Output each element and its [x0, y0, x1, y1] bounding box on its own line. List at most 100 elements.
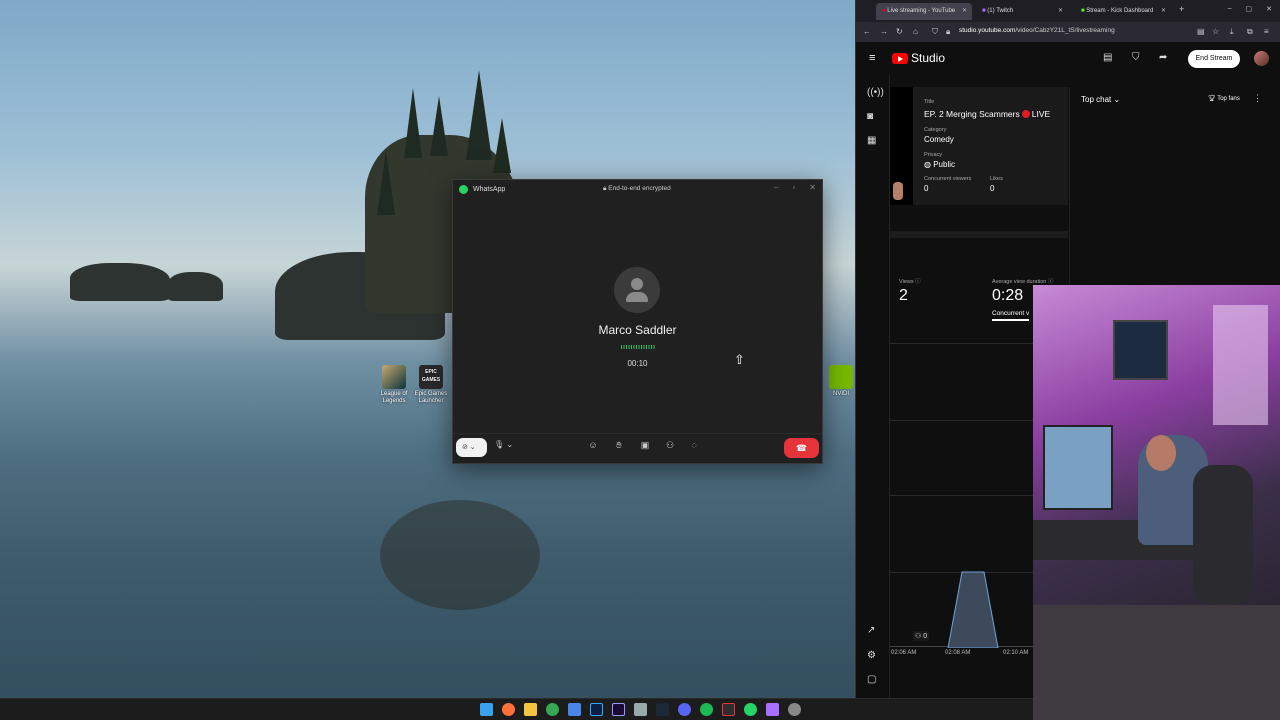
calendar-icon[interactable]: ▦: [867, 135, 876, 146]
add-participant-button[interactable]: ⚇: [663, 440, 677, 451]
tab-strip: ● Live streaming - YouTube ✕ ■ (1) Twitch…: [856, 0, 1280, 22]
bookmark-star-icon[interactable]: ☆: [1212, 27, 1219, 36]
chrome-icon[interactable]: [546, 703, 559, 716]
premiere-icon[interactable]: [612, 703, 625, 716]
nvidia-shortcut[interactable]: NVIDI: [826, 365, 855, 398]
photoshop-icon[interactable]: [590, 703, 603, 716]
league-of-legends-icon: [382, 365, 406, 389]
discord-icon[interactable]: [678, 703, 691, 716]
studio-logo-text: Studio: [911, 51, 946, 65]
category-label: Category: [924, 127, 947, 133]
app-icon[interactable]: [766, 703, 779, 716]
start-button-icon[interactable]: [480, 703, 493, 716]
chat-button[interactable]: ◌: [687, 440, 701, 450]
tab-twitch[interactable]: ■ (1) Twitch ✕: [976, 3, 1068, 20]
home-button[interactable]: ⌂: [913, 27, 918, 36]
share-icon[interactable]: ➦: [1159, 52, 1167, 63]
navigation-bar: ← → ↻ ⌂ ⛉ 🔒︎ studio.youtube.com/video/Ca…: [856, 22, 1280, 42]
app-title: WhatsApp: [473, 185, 506, 193]
tree: [404, 88, 422, 158]
minimize-button[interactable]: –: [774, 183, 778, 192]
emoji-icon: ☺: [588, 440, 598, 450]
camera-toggle-button[interactable]: ⊘ ⌄: [456, 438, 487, 457]
reload-button[interactable]: ↻: [896, 27, 903, 36]
views-label: Views ⓘ: [899, 279, 921, 285]
globe-icon: ◍: [924, 160, 934, 169]
tab-concurrent-viewers[interactable]: Concurrent v: [992, 310, 1030, 321]
reader-view-icon[interactable]: ▤: [1197, 27, 1205, 36]
stream-thumbnail: [890, 87, 913, 205]
camera-icon[interactable]: ◙: [867, 111, 873, 122]
privacy-label: Privacy: [924, 152, 943, 158]
taskbar: [0, 698, 1033, 720]
sea-stack-rock: [168, 272, 223, 301]
tab-youtube-live[interactable]: ● Live streaming - YouTube ✕: [876, 3, 972, 20]
download-icon[interactable]: ⤓: [1230, 27, 1234, 37]
spotify-icon[interactable]: [700, 703, 713, 716]
call-controls: ⊘ ⌄ 🎙︎ ⌄ ☺ ✋︎ ▣ ⚇ ◌ ☎︎: [453, 433, 822, 463]
emoji-reaction-button[interactable]: ☺: [586, 440, 600, 450]
youtube-logo-icon[interactable]: [892, 53, 908, 64]
firefox-icon[interactable]: [502, 703, 515, 716]
screen-share-icon: ▣: [640, 440, 650, 450]
chair: [1193, 465, 1253, 605]
live-broadcast-icon[interactable]: ((•)): [867, 87, 884, 98]
stream-settings-icon[interactable]: ▤: [1103, 52, 1112, 63]
settings-icon[interactable]: [788, 703, 801, 716]
info-icon: ⓘ: [913, 279, 921, 285]
person-head: [1146, 435, 1176, 471]
nvidia-icon: [829, 365, 853, 389]
epic-games-shortcut[interactable]: EPIC GAMES Epic Games Launcher: [413, 365, 449, 405]
close-tab-icon[interactable]: ✕: [962, 7, 967, 14]
notes-icon[interactable]: [568, 703, 581, 716]
viewer-area-series: [947, 571, 999, 648]
x-tick: 02:06 AM: [891, 650, 917, 656]
maximize-button[interactable]: ▫: [792, 183, 795, 192]
tree: [493, 118, 511, 173]
extensions-icon[interactable]: ⧉: [1247, 27, 1253, 37]
profile-avatar[interactable]: [1254, 51, 1269, 66]
encryption-notice: 🔒︎ End-to-end encrypted: [603, 185, 671, 192]
mouse-cursor-icon: ⇧: [734, 352, 745, 367]
chat-mode-dropdown[interactable]: Top chat ⌄: [1081, 95, 1120, 104]
url-bar[interactable]: studio.youtube.com/video/CabzY21L_tS/liv…: [959, 27, 1115, 34]
microphone-toggle-button[interactable]: 🎙︎ ⌄: [494, 440, 513, 449]
back-button[interactable]: ←: [863, 27, 871, 36]
obs-icon[interactable]: [722, 703, 735, 716]
settings-gear-icon[interactable]: ⚙: [867, 650, 876, 661]
window-maximize-button[interactable]: ▢: [1246, 5, 1253, 13]
league-of-legends-shortcut[interactable]: League of Legends: [376, 365, 412, 405]
window-close-button[interactable]: ✕: [1266, 5, 1272, 13]
tab-kick[interactable]: ■ Stream - Kick Dashboard ✕: [1075, 3, 1171, 20]
menu-icon[interactable]: ≡: [1264, 27, 1269, 36]
end-stream-button[interactable]: End Stream: [1188, 50, 1240, 68]
steam-icon[interactable]: [656, 703, 669, 716]
whatsapp-taskbar-icon[interactable]: [744, 703, 757, 716]
avg-view-duration-label: Average view duration ⓘ: [992, 279, 1054, 285]
external-link-icon[interactable]: ↗: [867, 625, 875, 636]
whatsapp-logo-icon: [459, 184, 468, 194]
feedback-icon[interactable]: ▢: [867, 674, 876, 685]
share-screen-button[interactable]: ▣: [638, 440, 652, 451]
window-minimize-button[interactable]: –: [1228, 5, 1232, 13]
hamburger-menu-icon[interactable]: ≡: [869, 52, 875, 64]
top-fans-button[interactable]: 🏆︎ Top fans: [1208, 95, 1240, 102]
pc-tower: [1113, 320, 1168, 380]
forward-button[interactable]: →: [880, 27, 888, 36]
studio-header: ≡ Studio ▤ ⛉ ➦ End Stream: [856, 42, 1280, 75]
end-call-button[interactable]: ☎︎: [784, 438, 819, 458]
close-tab-icon[interactable]: ✕: [1161, 7, 1166, 14]
people-icon: ⚇: [915, 633, 924, 640]
bookmark-icon[interactable]: ⛉: [1132, 52, 1140, 63]
epic-games-icon: EPIC GAMES: [419, 365, 443, 389]
concurrent-viewers-label: Concurrent viewers: [924, 176, 972, 182]
more-options-icon[interactable]: ⋮: [1253, 93, 1262, 104]
raise-hand-button[interactable]: ✋︎: [612, 440, 626, 451]
new-tab-button[interactable]: +: [1179, 4, 1184, 14]
calculator-icon[interactable]: [634, 703, 647, 716]
category-value: Comedy: [924, 135, 954, 144]
file-explorer-icon[interactable]: [524, 703, 537, 716]
whatsapp-titlebar: WhatsApp 🔒︎ End-to-end encrypted – ▫ ✕: [453, 180, 822, 198]
close-tab-icon[interactable]: ✕: [1058, 7, 1063, 14]
close-button[interactable]: ✕: [809, 183, 816, 192]
